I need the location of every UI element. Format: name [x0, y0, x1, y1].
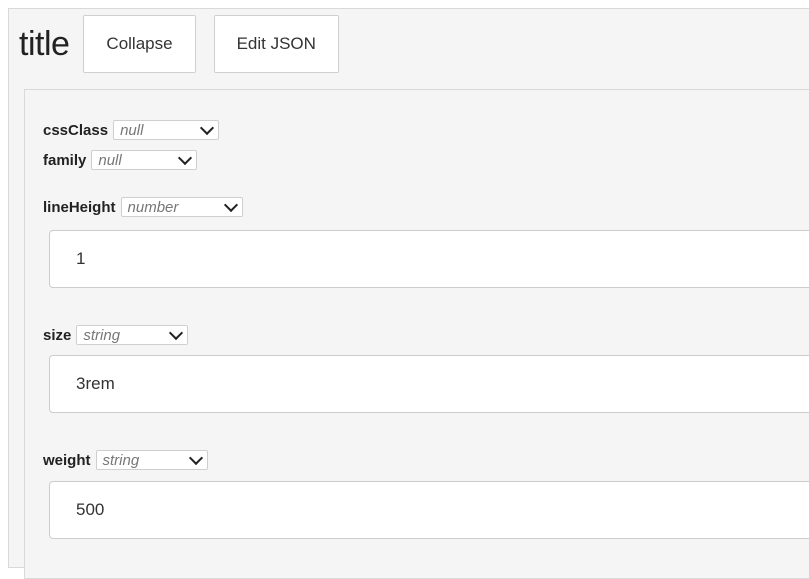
weight-value-input[interactable] [49, 481, 809, 539]
type-select-weight[interactable]: string [95, 450, 208, 470]
property-row-family: family null [43, 149, 198, 171]
size-value-input[interactable] [49, 355, 809, 413]
property-label-lineheight: lineHeight [43, 198, 116, 216]
type-select-value: number [127, 198, 179, 216]
type-select-value: string [83, 326, 121, 344]
property-row-size: size string [43, 324, 189, 346]
lineheight-value-input[interactable] [49, 230, 809, 288]
edit-json-button[interactable]: Edit JSON [213, 15, 339, 73]
type-select-cssclass[interactable]: null [113, 120, 220, 140]
type-select-size[interactable]: string [76, 325, 189, 345]
chevron-down-icon [223, 197, 238, 212]
type-select-value: string [102, 451, 140, 469]
properties-panel: cssClass null family null lineHeight num… [24, 89, 809, 579]
editor-header: title Collapse Edit JSON [19, 13, 357, 75]
collapse-button[interactable]: Collapse [83, 15, 196, 73]
property-label-family: family [43, 151, 87, 169]
chevron-down-icon [169, 325, 184, 340]
property-label-size: size [43, 326, 72, 344]
type-select-lineheight[interactable]: number [120, 197, 243, 217]
type-select-family[interactable]: null [91, 150, 198, 170]
type-select-value: null [120, 121, 144, 139]
chevron-down-icon [199, 120, 215, 135]
chevron-down-icon [178, 150, 193, 165]
chevron-down-icon [188, 450, 203, 465]
property-row-lineheight: lineHeight number [43, 196, 243, 218]
object-title: title [19, 25, 70, 63]
property-label-weight: weight [43, 451, 91, 469]
property-row-cssclass: cssClass null [43, 119, 220, 141]
property-label-cssclass: cssClass [43, 121, 109, 139]
type-select-value: null [98, 151, 122, 169]
title-object-editor: title Collapse Edit JSON cssClass null f… [8, 8, 809, 579]
property-row-weight: weight string [43, 449, 208, 471]
